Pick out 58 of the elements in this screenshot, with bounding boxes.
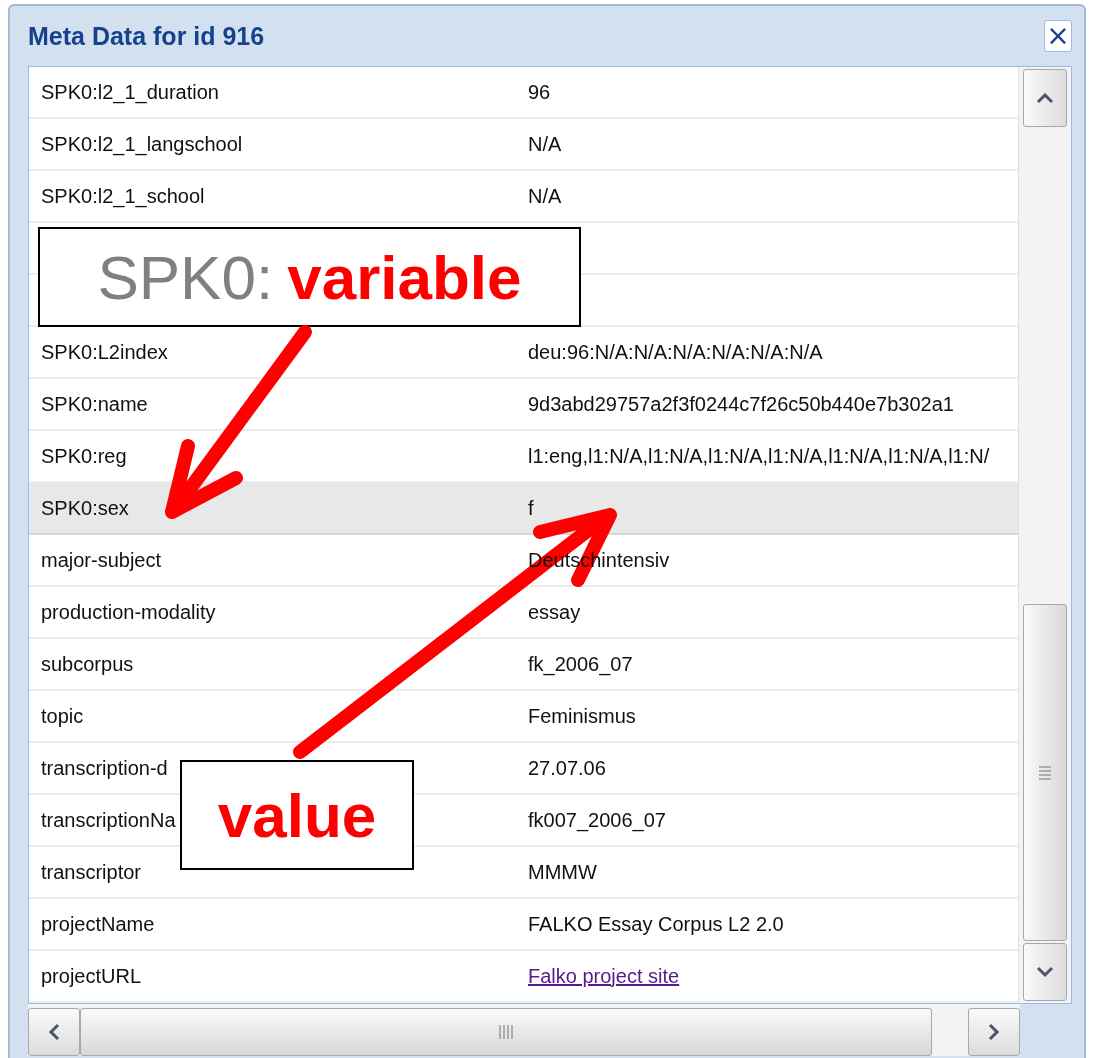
project-link[interactable]: Falko project site [528, 964, 680, 987]
table-row[interactable]: production-modality essay [29, 587, 1019, 639]
chevron-left-icon [48, 1023, 60, 1041]
table-cell: SPK0:sex [41, 496, 129, 519]
table-cell: fk_2006_07 [528, 652, 633, 675]
grip-icon [498, 1025, 514, 1039]
table-cell: transcription-d [41, 756, 168, 779]
table-cell: 96 [528, 80, 551, 103]
table-row[interactable]: topic Feminismus [29, 691, 1019, 743]
callout-prefix: SPK0: [97, 241, 274, 313]
table-cell: SPK0:l2_1_langschool [41, 132, 243, 155]
chevron-up-icon [1036, 92, 1055, 104]
table-cell: MMMW [528, 860, 597, 883]
table-cell: SPK0:L2index [41, 340, 168, 363]
table-cell: fk007_2006_07 [528, 808, 666, 831]
table-cell: topic [41, 704, 84, 727]
window-title: Meta Data for id 916 [28, 21, 265, 51]
table-cell: f [528, 496, 534, 519]
table-cell: 9d3abd29757a2f3f0244c7f26c50b440e7b302a1 [528, 392, 954, 415]
table-cell: essay [528, 600, 581, 623]
table-cell: transcriptionNa [41, 808, 176, 831]
grip-icon [1039, 764, 1052, 781]
scroll-right-button[interactable] [968, 1008, 1020, 1056]
table-cell: SPK0:l2_1_duration [41, 80, 219, 103]
scroll-up-button[interactable] [1023, 69, 1067, 127]
table-cell: N/A [528, 132, 562, 155]
table-cell: SPK0:l2_1_school [41, 184, 205, 207]
scroll-left-button[interactable] [28, 1008, 80, 1056]
horizontal-scrollbar[interactable] [28, 1004, 1020, 1056]
table-cell: SPK0:name [41, 392, 148, 415]
table-row[interactable]: SPK0:sex f [29, 483, 1019, 535]
scroll-thumb[interactable] [1023, 604, 1067, 941]
table-row[interactable]: SPK0:l2_1_school N/A [29, 171, 1019, 223]
table-row[interactable]: SPK0:l2_1_duration 96 [29, 67, 1019, 119]
scroll-down-button[interactable] [1023, 943, 1067, 1001]
table-cell: N/A [528, 184, 562, 207]
table-cell: Feminismus [528, 704, 636, 727]
table-cell: l1:eng,l1:N/A,l1:N/A,l1:N/A,l1:N/A,l1:N/A,l1:N/A,l1:N/ [528, 444, 990, 467]
table-cell: deu:96:N/A:N/A:N/A:N/A:N/A:N/A [528, 340, 823, 363]
chevron-right-icon [988, 1023, 1000, 1041]
table-cell: FALKO Essay Corpus L2 2.0 [528, 912, 784, 935]
vertical-scrollbar[interactable] [1018, 67, 1071, 1003]
table-row[interactable]: subcorpus fk_2006_07 [29, 639, 1019, 691]
table-cell: projectName [41, 912, 155, 935]
table-row[interactable]: projectName FALKO Essay Corpus L2 2.0 [29, 899, 1019, 951]
table-cell: major-subject [41, 548, 162, 571]
callout-term: variable [287, 241, 522, 313]
table-cell: 27.07.06 [528, 756, 606, 779]
table-cell: transcriptor [41, 860, 142, 883]
table-cell: SPK0:reg [41, 444, 127, 467]
table-cell: production-modality [41, 600, 216, 623]
close-button[interactable]: × [1044, 20, 1072, 52]
scroll-thumb[interactable] [80, 1008, 932, 1056]
chevron-down-icon [1036, 966, 1055, 978]
table-cell: projectURL [41, 964, 142, 987]
table-row[interactable]: SPK0:name 9d3abd29757a2f3f0244c7f26c50b440e7b302a1 [29, 379, 1019, 431]
table-cell: subcorpus [41, 652, 134, 675]
table-row[interactable]: SPK0:l2_1_langschool N/A [29, 119, 1019, 171]
